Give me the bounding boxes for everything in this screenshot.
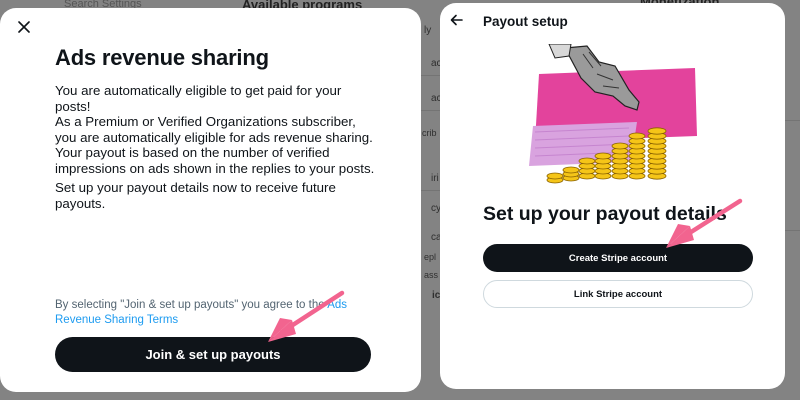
background-divider [785,230,800,231]
background-divider [785,120,800,121]
background-divider [421,190,440,191]
background-divider [421,110,440,111]
back-arrow-icon [450,14,463,26]
background-fragment: crib [422,128,437,138]
terms-notice-text: By selecting "Join & set up payouts" you… [55,299,328,311]
create-stripe-account-button[interactable]: Create Stripe account [483,244,753,272]
background-fragment: iri [431,173,439,184]
background-fragment: ass [424,270,439,280]
payout-description-text: As a Premium or Verified Organizations s… [55,114,375,177]
background-divider [421,75,440,76]
payout-setup-modal: Payout setup Set up your payout details … [440,3,785,389]
payout-illustration [529,44,697,184]
payout-setup-header: Payout setup [483,14,568,29]
setup-prompt-text: Set up your payout details now to receiv… [55,180,336,211]
link-stripe-account-button[interactable]: Link Stripe account [483,280,753,308]
eligibility-text: You are automatically eligible to get pa… [55,83,342,114]
terms-notice: By selecting "Join & set up payouts" you… [55,298,375,327]
background-fragment: ly [424,25,432,36]
close-button[interactable] [10,13,38,41]
payout-details-heading: Set up your payout details [483,203,727,225]
join-and-setup-payouts-button[interactable]: Join & set up payouts [55,337,371,372]
modal-title: Ads revenue sharing [55,45,269,70]
back-button[interactable] [442,6,470,34]
close-icon [18,21,30,33]
ads-revenue-sharing-modal: Ads revenue sharing You are automaticall… [0,8,421,392]
background-fragment: epl [424,252,437,262]
